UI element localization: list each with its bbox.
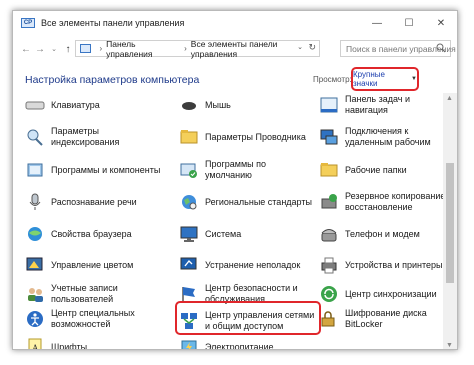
view-mode-dropdown[interactable]: Крупные значки ▼	[351, 67, 419, 91]
item-devices-printers[interactable]: Устройства и принтеры	[319, 251, 455, 279]
item-troubleshooting[interactable]: Устранение неполадок	[179, 251, 315, 279]
item-explorer-options[interactable]: Параметры Проводника	[179, 123, 315, 151]
color-icon	[25, 255, 45, 275]
control-panel-icon: CP	[21, 18, 35, 28]
item-power[interactable]: Электропитание	[179, 333, 315, 349]
control-panel-window: CP Все элементы панели управления — ☐ ✕ …	[12, 10, 458, 350]
window-title: Все элементы панели управления	[41, 18, 185, 28]
item-region[interactable]: Региональные стандарты	[179, 188, 315, 216]
item-system[interactable]: Система	[179, 220, 315, 248]
indexing-icon	[25, 127, 45, 147]
page-title: Настройка параметров компьютера	[25, 74, 200, 86]
microphone-icon	[25, 192, 45, 212]
network-center-highlight	[175, 301, 321, 335]
taskbar-icon	[319, 95, 339, 115]
item-mouse[interactable]: Мышь	[179, 91, 315, 119]
svg-text:A: A	[32, 343, 39, 350]
breadcrumb-separator: ›	[99, 44, 103, 53]
up-arrow-icon[interactable]: ↑	[61, 41, 75, 57]
back-arrow-icon[interactable]: ←	[19, 41, 33, 57]
view-label: Просмотр:	[313, 75, 352, 84]
scroll-down-icon[interactable]: ▼	[446, 342, 453, 349]
work-folders-icon	[319, 160, 339, 180]
title-bar: CP Все элементы панели управления — ☐ ✕	[13, 11, 457, 35]
item-browser[interactable]: Свойства браузера	[25, 220, 161, 248]
dropdown-arrow-icon: ▼	[411, 76, 417, 82]
breadcrumb-control-panel[interactable]: Панель управления	[106, 39, 180, 59]
item-fonts[interactable]: A Шрифты	[25, 333, 161, 350]
troubleshoot-icon	[179, 255, 199, 275]
item-indexing[interactable]: Параметры индексирования	[25, 123, 161, 151]
keyboard-icon	[25, 95, 45, 115]
recent-chevron-icon[interactable]: ⌄	[47, 41, 61, 57]
control-panel-icon	[80, 44, 92, 53]
phone-icon	[319, 224, 339, 244]
maximize-button[interactable]: ☐	[393, 11, 425, 35]
item-sync-center[interactable]: Центр синхронизации	[319, 280, 455, 308]
item-accessibility[interactable]: Центр специальных возможностей	[25, 305, 161, 333]
programs-icon	[25, 160, 45, 180]
bitlocker-icon	[319, 309, 339, 329]
mouse-icon	[179, 95, 199, 115]
scroll-up-icon[interactable]: ▲	[446, 95, 453, 102]
search-icon[interactable]	[436, 43, 446, 53]
chevron-down-icon[interactable]: ⌄	[297, 43, 303, 51]
item-default-programs[interactable]: Программы по умолчанию	[179, 156, 315, 184]
item-remote-connections[interactable]: Подключения к удаленным рабочим	[319, 123, 455, 151]
item-user-accounts[interactable]: Учетные записи пользователей	[25, 280, 161, 308]
power-icon	[179, 337, 199, 349]
item-bitlocker[interactable]: Шифрование диска BitLocker	[319, 305, 455, 333]
vertical-scrollbar[interactable]: ▲ ▼	[443, 93, 457, 349]
default-programs-icon	[179, 160, 199, 180]
users-icon	[25, 284, 45, 304]
control-panel-items: Клавиатура Параметры индексирования Прог…	[13, 91, 453, 350]
close-button[interactable]: ✕	[425, 11, 457, 35]
fonts-icon: A	[25, 337, 45, 350]
globe-icon	[25, 224, 45, 244]
breadcrumb-separator: ›	[184, 44, 187, 53]
sync-icon	[319, 284, 339, 304]
item-work-folders[interactable]: Рабочие папки	[319, 156, 455, 184]
system-icon	[179, 224, 199, 244]
item-keyboard[interactable]: Клавиатура	[25, 91, 161, 119]
item-backup[interactable]: Резервное копирование и восстановление	[319, 188, 455, 216]
navigation-bar: ← → ⌄ ↑ › Панель управления › Все элемен…	[13, 37, 457, 61]
folder-options-icon	[179, 127, 199, 147]
remote-icon	[319, 127, 339, 147]
refresh-icon[interactable]: ↻	[308, 42, 316, 53]
scroll-thumb[interactable]	[446, 163, 454, 283]
minimize-button[interactable]: —	[361, 11, 393, 35]
search-box[interactable]: Поиск в панели управления	[340, 40, 456, 57]
item-phone-modem[interactable]: Телефон и модем	[319, 220, 455, 248]
view-mode-value: Крупные значки	[353, 70, 385, 88]
window-controls: — ☐ ✕	[361, 11, 457, 35]
item-taskbar[interactable]: Панель задач и навигация	[319, 91, 455, 119]
accessibility-icon	[25, 309, 45, 329]
printer-icon	[319, 255, 339, 275]
address-bar[interactable]: › Панель управления › Все элементы панел…	[75, 39, 320, 59]
backup-icon	[319, 192, 339, 212]
item-speech[interactable]: Распознавание речи	[25, 188, 161, 216]
forward-arrow-icon[interactable]: →	[33, 41, 47, 57]
item-color[interactable]: Управление цветом	[25, 251, 161, 279]
region-icon	[179, 192, 199, 212]
item-programs[interactable]: Программы и компоненты	[25, 156, 161, 184]
